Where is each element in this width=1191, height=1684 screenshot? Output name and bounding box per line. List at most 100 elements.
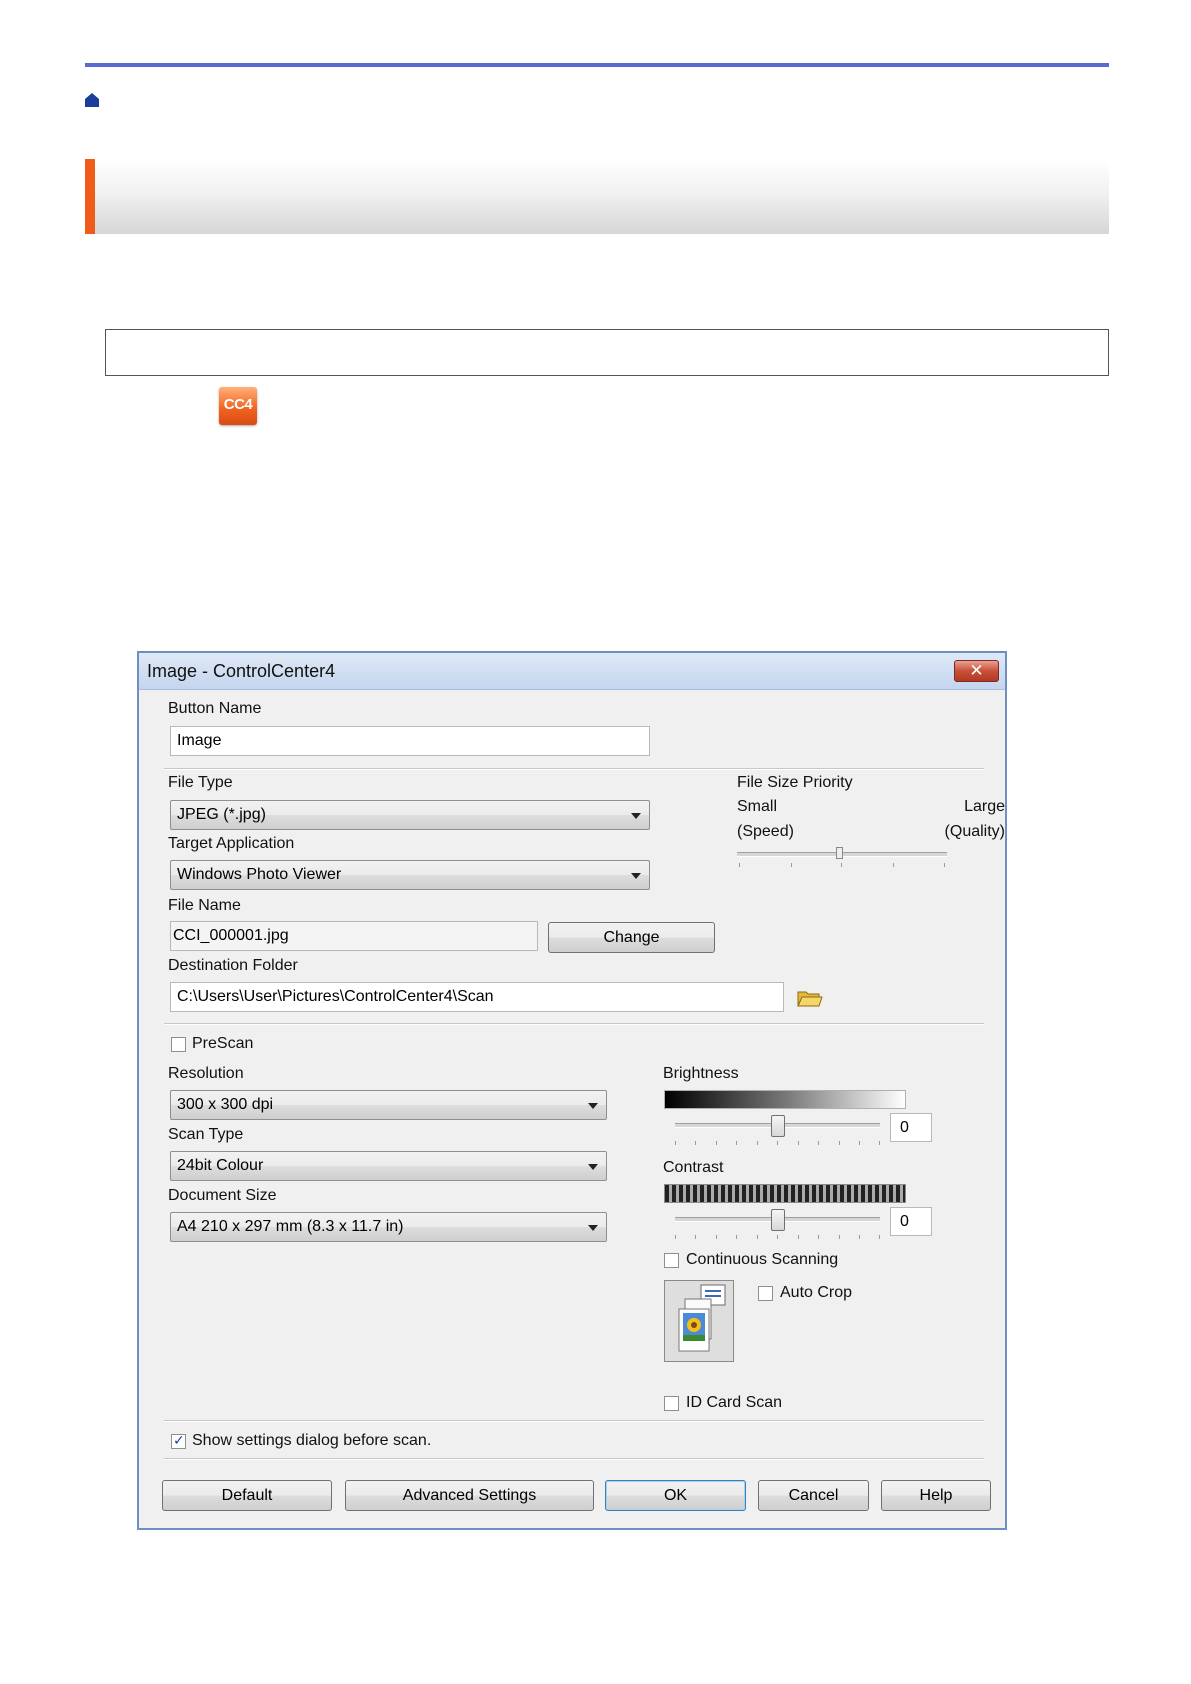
scan-type-select[interactable]: 24bit Colour [170,1151,607,1181]
slider-tick [716,1141,717,1145]
file-type-select[interactable]: JPEG (*.jpg) [170,800,650,830]
destination-folder-input[interactable]: C:\Users\User\Pictures\ControlCenter4\Sc… [170,982,784,1012]
slider-tick [798,1141,799,1145]
dialog-title: Image - ControlCenter4 [147,661,336,681]
separator [164,1023,984,1025]
continuous-scanning-checkbox[interactable] [664,1253,679,1268]
file-type-label: File Type [168,774,233,791]
brightness-value-input[interactable]: 0 [890,1113,932,1142]
slider-tick [777,1141,778,1145]
slider-tick [736,1235,737,1239]
resolution-label: Resolution [168,1065,244,1082]
slider-tick [757,1235,758,1239]
help-button[interactable]: Help [881,1480,991,1511]
default-button[interactable]: Default [162,1480,332,1511]
slider-tick [859,1141,860,1145]
file-name-label: File Name [168,897,241,914]
target-application-value: Windows Photo Viewer [177,866,342,883]
file-size-small-label: Small [737,798,778,815]
scan-type-label: Scan Type [168,1126,244,1143]
contrast-value-input[interactable]: 0 [890,1207,932,1236]
contrast-slider[interactable] [675,1207,880,1241]
slider-tick [777,1235,778,1239]
slider-tick [944,863,945,867]
slider-tick [818,1235,819,1239]
destination-folder-label: Destination Folder [168,957,298,974]
home-icon[interactable] [84,92,100,108]
contrast-label: Contrast [663,1159,724,1176]
slider-tick [879,1141,880,1145]
controlcenter4-icon: CC4 [219,387,257,425]
slider-tick [739,863,740,867]
scan-documents-icon [678,1284,726,1352]
auto-crop-illustration [664,1280,734,1362]
close-icon: ✕ [969,661,984,680]
top-rule [85,63,1109,67]
target-application-label: Target Application [168,835,295,852]
chevron-down-icon [631,813,641,819]
folder-icon[interactable] [797,988,823,1008]
file-type-value: JPEG (*.jpg) [177,806,266,823]
slider-tick [841,863,842,867]
file-size-slider-thumb[interactable] [836,847,843,859]
file-size-priority-slider[interactable] [737,847,947,873]
slider-tick [818,1141,819,1145]
slider-tick [675,1235,676,1239]
slider-tick [716,1235,717,1239]
id-card-scan-label: ID Card Scan [686,1394,783,1411]
change-button[interactable]: Change [548,922,715,953]
chevron-down-icon [588,1103,598,1109]
dialog-titlebar: Image - ControlCenter4 ✕ [139,653,1005,690]
separator [164,1458,984,1460]
chevron-down-icon [588,1164,598,1170]
button-name-label: Button Name [168,700,262,717]
slider-tick [839,1141,840,1145]
slider-tick [695,1235,696,1239]
resolution-value: 300 x 300 dpi [177,1096,274,1113]
prescan-checkbox[interactable] [171,1037,186,1052]
file-size-large-label: Large [964,798,1005,815]
document-size-label: Document Size [168,1187,277,1204]
continuous-scanning-label: Continuous Scanning [686,1251,839,1268]
brightness-slider-thumb[interactable] [771,1115,785,1137]
note-box [105,329,1109,376]
slider-tick [695,1141,696,1145]
slider-tick [736,1141,737,1145]
slider-tick [859,1235,860,1239]
resolution-select[interactable]: 300 x 300 dpi [170,1090,607,1120]
slider-tick [798,1235,799,1239]
section-title-accent [85,159,95,234]
document-size-select[interactable]: A4 210 x 297 mm (8.3 x 11.7 in) [170,1212,607,1242]
show-settings-label: Show settings dialog before scan. [192,1432,432,1449]
file-size-speed-label: (Speed) [737,823,794,840]
contrast-slider-thumb[interactable] [771,1209,785,1231]
id-card-scan-checkbox[interactable] [664,1396,679,1411]
close-button[interactable]: ✕ [954,660,999,682]
brightness-label: Brightness [663,1065,739,1082]
file-name-field: CCI_000001.jpg [170,921,538,951]
separator [164,1420,984,1422]
auto-crop-checkbox[interactable] [758,1286,773,1301]
brightness-slider[interactable] [675,1113,880,1147]
separator [164,768,984,770]
auto-crop-label: Auto Crop [780,1284,853,1301]
controlcenter4-image-dialog: Image - ControlCenter4 ✕ Button Name Ima… [137,651,1007,1530]
slider-tick [791,863,792,867]
button-name-input[interactable]: Image [170,726,650,756]
ok-button[interactable]: OK [605,1480,746,1511]
section-title-band [85,159,1109,234]
cancel-button[interactable]: Cancel [758,1480,869,1511]
target-application-select[interactable]: Windows Photo Viewer [170,860,650,890]
brightness-gradient [664,1090,906,1109]
scan-type-value: 24bit Colour [177,1157,264,1174]
slider-tick [879,1235,880,1239]
chevron-down-icon [588,1225,598,1231]
file-size-priority-label: File Size Priority [737,774,853,791]
advanced-settings-button[interactable]: Advanced Settings [345,1480,594,1511]
slider-tick [893,863,894,867]
document-size-value: A4 210 x 297 mm (8.3 x 11.7 in) [177,1218,404,1235]
prescan-label: PreScan [192,1035,254,1052]
slider-tick [757,1141,758,1145]
show-settings-checkbox[interactable] [171,1432,186,1449]
chevron-down-icon [631,873,641,879]
